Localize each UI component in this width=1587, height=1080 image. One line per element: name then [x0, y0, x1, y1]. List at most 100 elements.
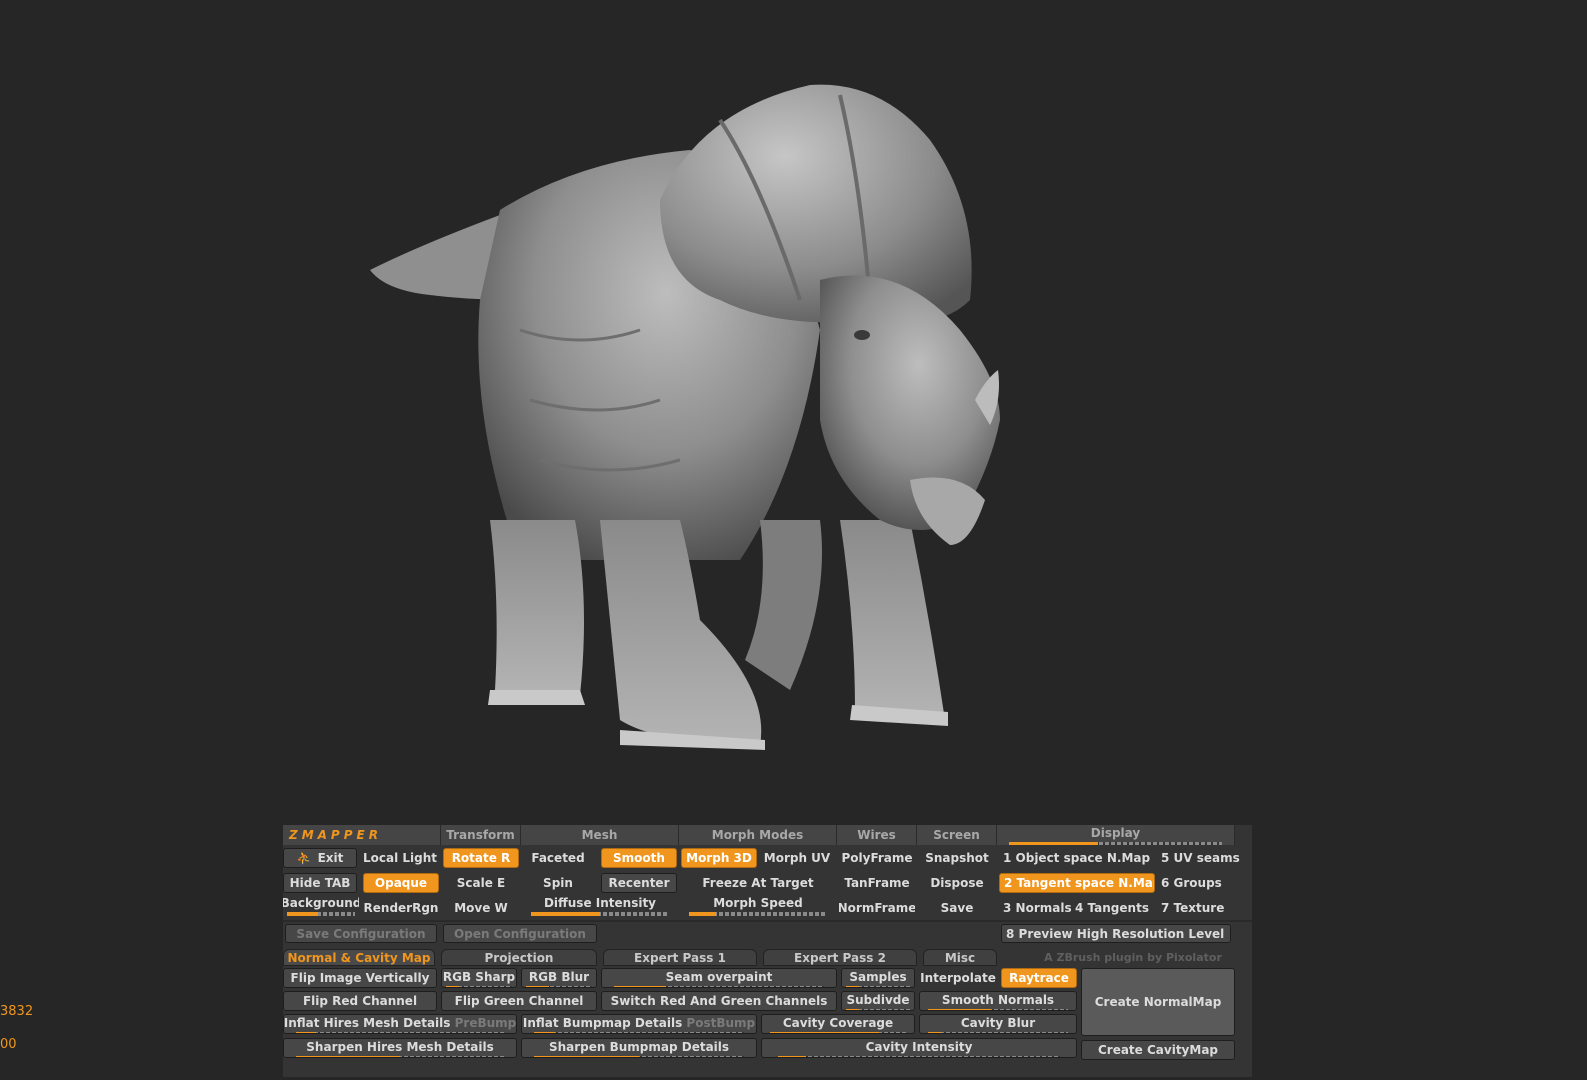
exit-button[interactable]: ⛹ Exit: [283, 848, 357, 868]
inflat-hires-label: Inflat Hires Mesh Details PreBump: [283, 1016, 517, 1030]
morph-uv-button[interactable]: Morph UV: [759, 848, 835, 868]
diffuse-intensity-label: Diffuse Intensity: [543, 896, 657, 910]
recenter-button[interactable]: Recenter: [601, 873, 677, 893]
diffuse-intensity-slider[interactable]: Diffuse Intensity: [523, 895, 677, 917]
snapshot-button[interactable]: Snapshot: [919, 848, 995, 868]
cavity-intensity-slider[interactable]: Cavity Intensity: [761, 1038, 1077, 1058]
subdivide-slider[interactable]: Subdivde: [841, 991, 915, 1011]
open-configuration-button[interactable]: Open Configuration: [443, 924, 597, 943]
cavity-blur-fill: [927, 1032, 942, 1033]
hide-tab-button[interactable]: Hide TAB: [283, 873, 357, 893]
polyframe-button[interactable]: PolyFrame: [839, 848, 915, 868]
wires-header: Wires: [837, 825, 917, 845]
seam-overpaint-slider[interactable]: Seam overpaint: [601, 968, 837, 988]
display-tangents[interactable]: 4 Tangents: [1075, 898, 1157, 918]
samples-slider[interactable]: Samples: [841, 968, 915, 988]
inflat-bumpmap-slider[interactable]: Inflat Bumpmap Details PostBump: [521, 1014, 757, 1034]
tab-projection[interactable]: Projection: [441, 949, 597, 966]
seam-overpaint-fill: [613, 986, 667, 987]
background-slider[interactable]: Background: [283, 895, 359, 917]
display-slider[interactable]: Display: [997, 825, 1235, 845]
morph-speed-slider[interactable]: Morph Speed: [681, 895, 835, 917]
smooth-normals-slider[interactable]: Smooth Normals: [919, 991, 1077, 1011]
flip-red-channel-button[interactable]: Flip Red Channel: [283, 991, 437, 1011]
background-label: Background: [283, 896, 359, 910]
rgb-sharp-fill: [445, 986, 460, 987]
inflat-bumpmap-track: [533, 1032, 745, 1033]
morph-modes-header: Morph Modes: [679, 825, 837, 845]
seam-overpaint-label: Seam overpaint: [665, 970, 773, 984]
subdivide-fill: [845, 1009, 859, 1010]
display-uv-seams[interactable]: 5 UV seams: [1159, 848, 1251, 868]
background-slider-fill: [286, 912, 318, 916]
cavity-coverage-track: [769, 1032, 907, 1033]
tab-misc[interactable]: Misc: [923, 949, 997, 966]
renderrgn-button[interactable]: RenderRgn: [363, 898, 439, 918]
tab-expert-pass-1[interactable]: Expert Pass 1: [603, 949, 757, 966]
inflat-hires-slider[interactable]: Inflat Hires Mesh Details PreBump: [283, 1014, 517, 1034]
tab-normal-cavity-map[interactable]: Normal & Cavity Map: [283, 949, 435, 966]
transform-header: Transform: [441, 825, 521, 845]
raytrace-button[interactable]: Raytrace: [1001, 968, 1077, 988]
zmapper-title: ZMAPPER: [283, 825, 441, 845]
sharpen-hires-fill: [295, 1056, 400, 1057]
flip-green-channel-button[interactable]: Flip Green Channel: [441, 991, 597, 1011]
inflat-bumpmap-fill: [533, 1032, 555, 1033]
background-slider-track: [286, 912, 356, 916]
display-normals[interactable]: 3 Normals: [999, 898, 1075, 918]
smooth-normals-track: [927, 1009, 1069, 1010]
cavity-coverage-slider[interactable]: Cavity Coverage: [761, 1014, 915, 1034]
plugin-credit: A ZBrush plugin by Pixolator: [1044, 951, 1222, 964]
display-texture[interactable]: 7 Texture: [1159, 898, 1251, 918]
opaque-button[interactable]: Opaque: [363, 873, 439, 893]
display-slider-track: [1008, 842, 1223, 845]
rgb-sharp-slider[interactable]: RGB Sharp: [441, 968, 517, 988]
smooth-button[interactable]: Smooth: [601, 848, 677, 868]
sharpen-bumpmap-slider[interactable]: Sharpen Bumpmap Details: [521, 1038, 757, 1058]
inflat-hires-track: [295, 1032, 505, 1033]
rgb-sharp-track: [445, 986, 513, 987]
screen-header: Screen: [917, 825, 997, 845]
sharpen-hires-slider[interactable]: Sharpen Hires Mesh Details: [283, 1038, 517, 1058]
save-configuration-button[interactable]: Save Configuration: [285, 924, 437, 943]
flip-image-vertically-button[interactable]: Flip Image Vertically: [283, 968, 437, 988]
preview-high-res-button[interactable]: 8 Preview High Resolution Level: [1001, 924, 1231, 943]
morph-speed-track: [688, 912, 828, 916]
dispose-button[interactable]: Dispose: [919, 873, 995, 893]
rgb-blur-slider[interactable]: RGB Blur: [521, 968, 597, 988]
seam-overpaint-track: [613, 986, 825, 987]
divider: [283, 920, 1252, 922]
3d-viewport[interactable]: [0, 0, 1587, 810]
save-button[interactable]: Save: [919, 898, 995, 918]
morph-3d-button[interactable]: Morph 3D: [681, 848, 757, 868]
cavity-blur-label: Cavity Blur: [960, 1016, 1036, 1030]
move-button[interactable]: Move W: [443, 898, 519, 918]
switch-red-green-button[interactable]: Switch Red And Green Channels: [601, 991, 837, 1011]
cavity-intensity-fill: [777, 1056, 806, 1057]
display-object-space-nmap[interactable]: 1 Object space N.Map: [999, 848, 1157, 868]
cavity-blur-slider[interactable]: Cavity Blur: [919, 1014, 1077, 1034]
morph-speed-label: Morph Speed: [713, 896, 803, 910]
display-tangent-space-nmap[interactable]: 2 Tangent space N.Map: [999, 873, 1155, 893]
sharpen-bumpmap-label: Sharpen Bumpmap Details: [548, 1040, 730, 1054]
rotate-button[interactable]: Rotate R: [443, 848, 519, 868]
spin-button[interactable]: Spin: [523, 873, 593, 893]
interpolate-button[interactable]: Interpolate: [919, 968, 997, 988]
create-cavitymap-button[interactable]: Create CavityMap: [1081, 1040, 1235, 1060]
sharpen-hires-track: [295, 1056, 505, 1057]
smooth-normals-label: Smooth Normals: [941, 993, 1055, 1007]
scale-button[interactable]: Scale E: [443, 873, 519, 893]
rgb-blur-fill: [525, 986, 549, 987]
samples-label: Samples: [849, 970, 907, 984]
cavity-coverage-fill: [769, 1032, 880, 1033]
create-normalmap-button[interactable]: Create NormalMap: [1081, 968, 1235, 1036]
tanframe-button[interactable]: TanFrame: [839, 873, 915, 893]
local-light-button[interactable]: Local Light: [361, 848, 439, 868]
coordinate-readout-2: 00: [0, 1037, 17, 1052]
normframe-button[interactable]: NormFrame: [839, 898, 915, 918]
faceted-button[interactable]: Faceted: [523, 848, 593, 868]
cavity-intensity-label: Cavity Intensity: [865, 1040, 973, 1054]
tab-expert-pass-2[interactable]: Expert Pass 2: [763, 949, 917, 966]
freeze-at-target-button[interactable]: Freeze At Target: [681, 873, 835, 893]
display-groups[interactable]: 6 Groups: [1159, 873, 1251, 893]
